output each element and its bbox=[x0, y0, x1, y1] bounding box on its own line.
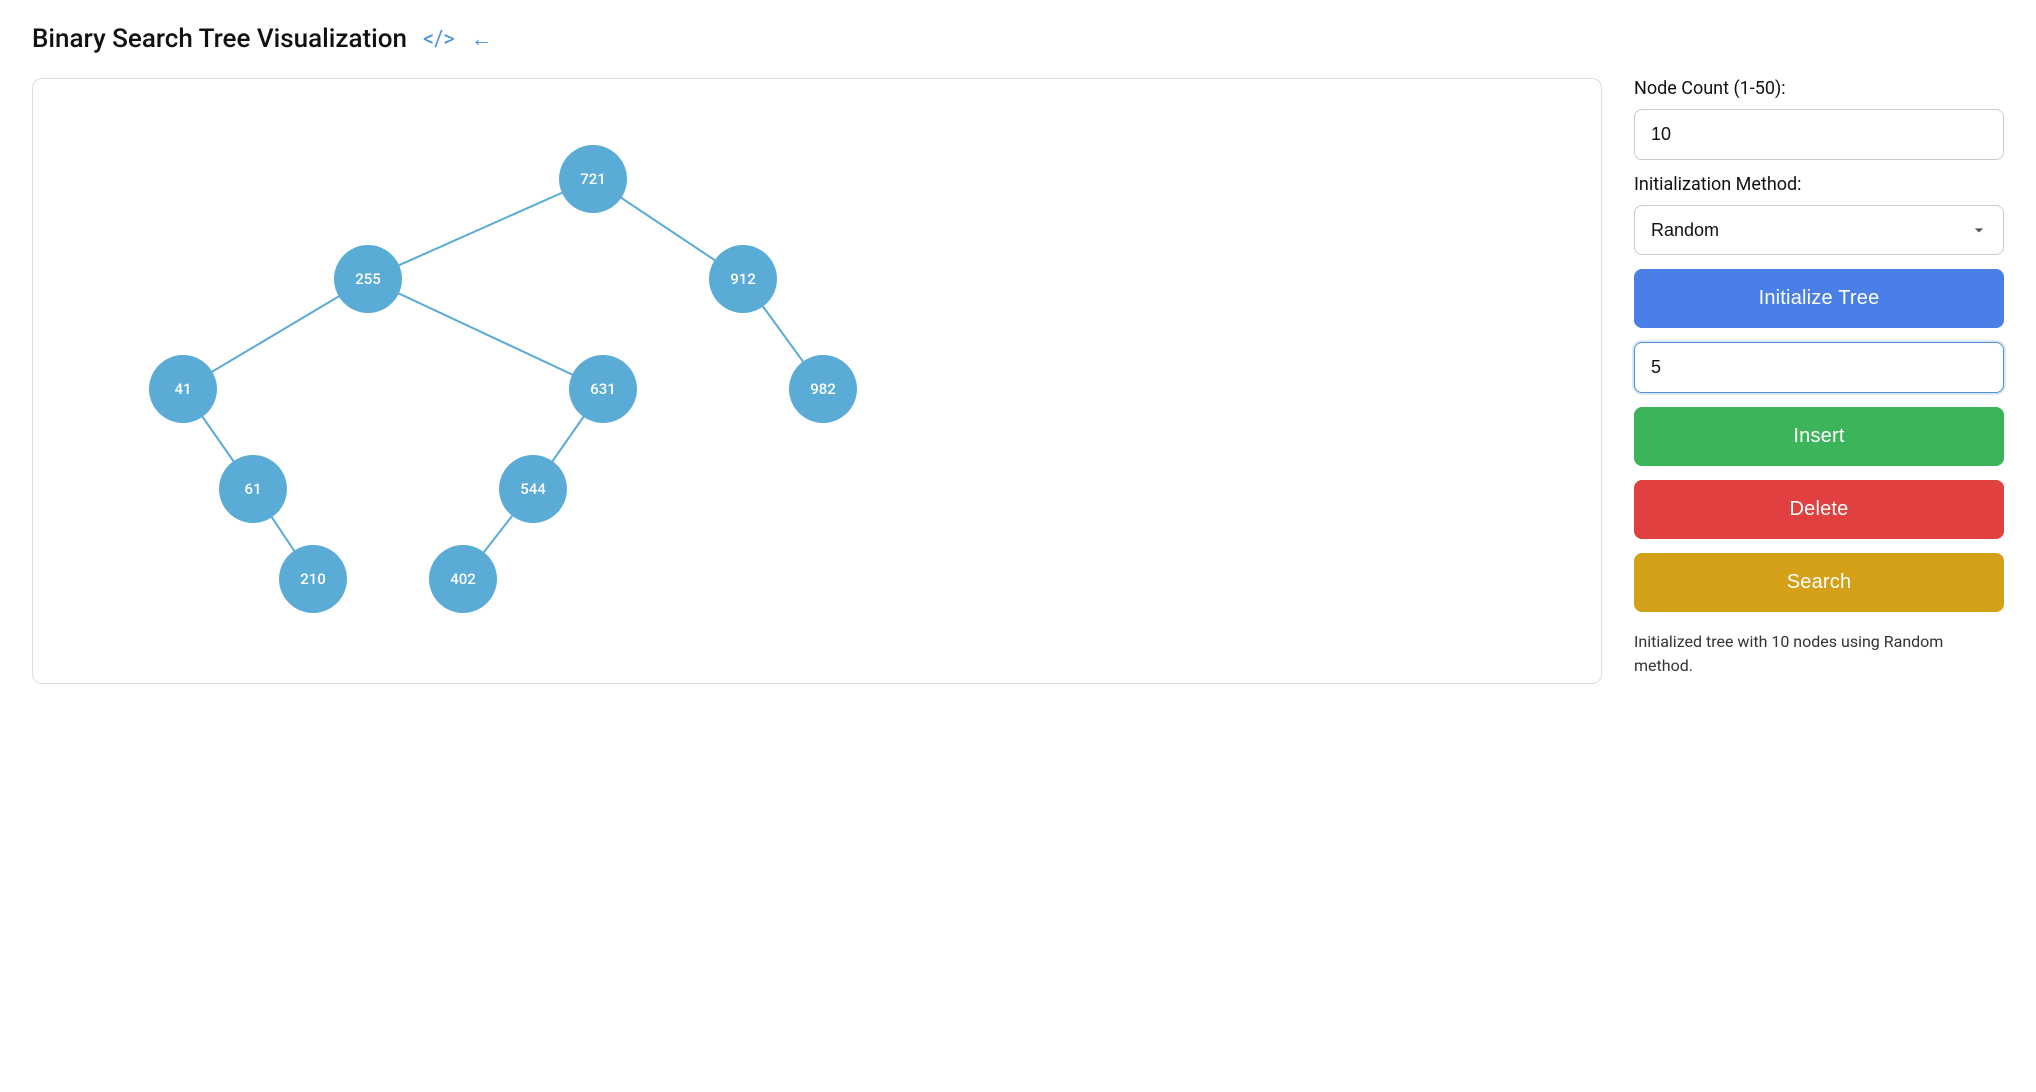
tree-node[interactable]: 402 bbox=[429, 545, 497, 613]
initialize-tree-button[interactable]: Initialize Tree bbox=[1634, 269, 2004, 328]
page-title: Binary Search Tree Visualization bbox=[32, 24, 407, 54]
node-count-input[interactable] bbox=[1634, 109, 2004, 160]
svg-text:631: 631 bbox=[590, 380, 616, 398]
value-input-group bbox=[1634, 342, 2004, 393]
node-count-group: Node Count (1-50): bbox=[1634, 78, 2004, 160]
tree-node[interactable]: 41 bbox=[149, 355, 217, 423]
svg-text:41: 41 bbox=[174, 380, 191, 398]
tree-node[interactable]: 912 bbox=[709, 245, 777, 313]
main-layout: 721 255 912 41 631 982 61 544 210 402 Node Count … bbox=[32, 78, 2004, 684]
node-count-label: Node Count (1-50): bbox=[1634, 78, 2004, 99]
tree-node[interactable]: 721 bbox=[559, 145, 627, 213]
delete-button[interactable]: Delete bbox=[1634, 480, 2004, 539]
svg-text:544: 544 bbox=[520, 480, 546, 498]
svg-text:912: 912 bbox=[730, 270, 756, 288]
tree-node[interactable]: 255 bbox=[334, 245, 402, 313]
tree-edge bbox=[368, 279, 603, 389]
tree-node[interactable]: 210 bbox=[279, 545, 347, 613]
svg-text:721: 721 bbox=[580, 170, 606, 188]
svg-text:982: 982 bbox=[810, 380, 836, 398]
value-input[interactable] bbox=[1634, 342, 2004, 393]
tree-node[interactable]: 61 bbox=[219, 455, 287, 523]
tree-node[interactable]: 982 bbox=[789, 355, 857, 423]
svg-text:61: 61 bbox=[244, 480, 261, 498]
tree-canvas: 721 255 912 41 631 982 61 544 210 402 bbox=[32, 78, 1602, 684]
search-button[interactable]: Search bbox=[1634, 553, 2004, 612]
back-icon[interactable]: ← bbox=[471, 26, 493, 52]
tree-node[interactable]: 544 bbox=[499, 455, 567, 523]
svg-text:210: 210 bbox=[300, 570, 326, 588]
tree-edge bbox=[368, 179, 593, 279]
status-text: Initialized tree with 10 nodes using Ran… bbox=[1634, 630, 2004, 678]
init-method-label: Initialization Method: bbox=[1634, 174, 2004, 195]
init-method-select[interactable]: RandomSequentialManual bbox=[1634, 205, 2004, 255]
insert-button[interactable]: Insert bbox=[1634, 407, 2004, 466]
tree-svg: 721 255 912 41 631 982 61 544 210 402 bbox=[33, 79, 1601, 679]
controls-panel: Node Count (1-50): Initialization Method… bbox=[1634, 78, 2004, 678]
init-method-group: Initialization Method: RandomSequentialM… bbox=[1634, 174, 2004, 255]
code-icon[interactable]: </> bbox=[423, 27, 455, 52]
svg-text:255: 255 bbox=[355, 270, 381, 288]
page-header: Binary Search Tree Visualization </> ← bbox=[32, 24, 2004, 54]
tree-node[interactable]: 631 bbox=[569, 355, 637, 423]
svg-text:402: 402 bbox=[450, 570, 476, 588]
